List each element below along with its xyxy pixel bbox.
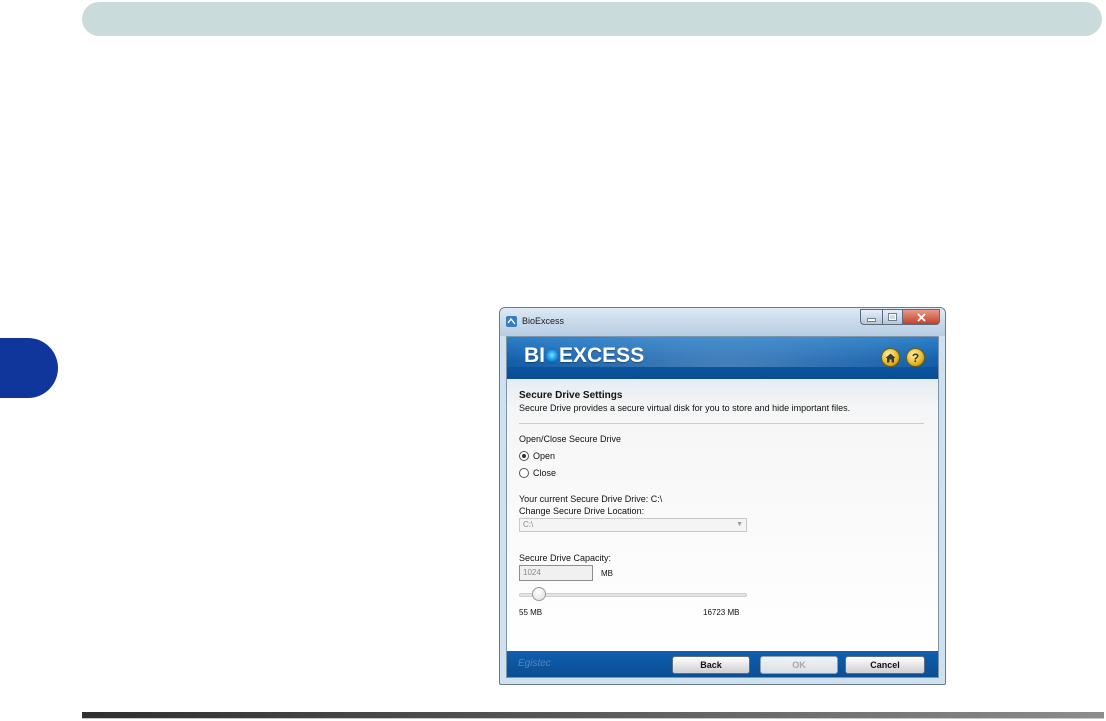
cancel-button[interactable]: Cancel [845,656,925,674]
brand-logo: Egistec [518,658,551,669]
logo-text-suffix: EXCESS [559,344,645,367]
capacity-label: Secure Drive Capacity: [519,553,612,563]
close-button[interactable] [902,309,940,325]
page-header-bar [82,2,1102,36]
window-title: BioExcess [522,316,565,326]
help-button[interactable]: ? [906,348,925,367]
home-icon [885,353,896,362]
change-location-label: Change Secure Drive Location: [519,506,645,516]
window-controls [860,309,940,325]
maximize-icon [889,314,896,320]
footer-rule [82,712,1104,719]
bioexcess-window: BioExcess BI EXCESS ? Secure Drive Setti [499,307,946,685]
logo-text-prefix: BI [524,344,545,367]
divider [519,423,924,424]
close-icon [916,312,926,322]
logo-dot-icon [546,348,558,364]
capacity-slider-thumb[interactable] [531,587,546,601]
current-drive-text: Your current Secure Drive Drive: C:\ [519,494,663,504]
radio-open-label[interactable]: Open [533,451,555,461]
home-button[interactable] [881,348,900,367]
radio-open[interactable] [519,451,529,461]
radio-close[interactable] [519,468,529,478]
app-logo: BI EXCESS [524,343,644,369]
slider-min-label: 55 MB [519,608,543,617]
minimize-icon [868,319,875,321]
location-select[interactable]: C:\ ▼ [519,518,747,532]
open-close-label: Open/Close Secure Drive [519,434,622,444]
chapter-tab [0,338,58,398]
dialog-footer: Egistec Back OK Cancel [507,651,938,677]
capacity-input[interactable]: 1024 [519,565,593,581]
ok-button[interactable]: OK [760,656,838,674]
minimize-button[interactable] [860,309,882,325]
capacity-unit: MB [601,569,613,578]
app-banner: BI EXCESS ? [507,337,938,379]
back-button[interactable]: Back [672,656,750,674]
title-bar[interactable]: BioExcess [500,308,945,336]
app-icon [506,316,517,327]
maximize-button[interactable] [882,309,902,325]
window-client: BI EXCESS ? Secure Drive Settings Secure… [506,336,939,678]
section-title: Secure Drive Settings [519,390,623,401]
settings-panel: Secure Drive Settings Secure Drive provi… [507,379,938,651]
capacity-slider-track[interactable] [519,593,747,597]
radio-close-label[interactable]: Close [533,468,556,478]
section-description: Secure Drive provides a secure virtual d… [519,403,851,413]
location-select-value: C:\ [523,520,534,529]
help-icon: ? [911,350,920,365]
chevron-down-icon: ▼ [736,521,743,528]
slider-max-label: 16723 MB [703,608,740,617]
